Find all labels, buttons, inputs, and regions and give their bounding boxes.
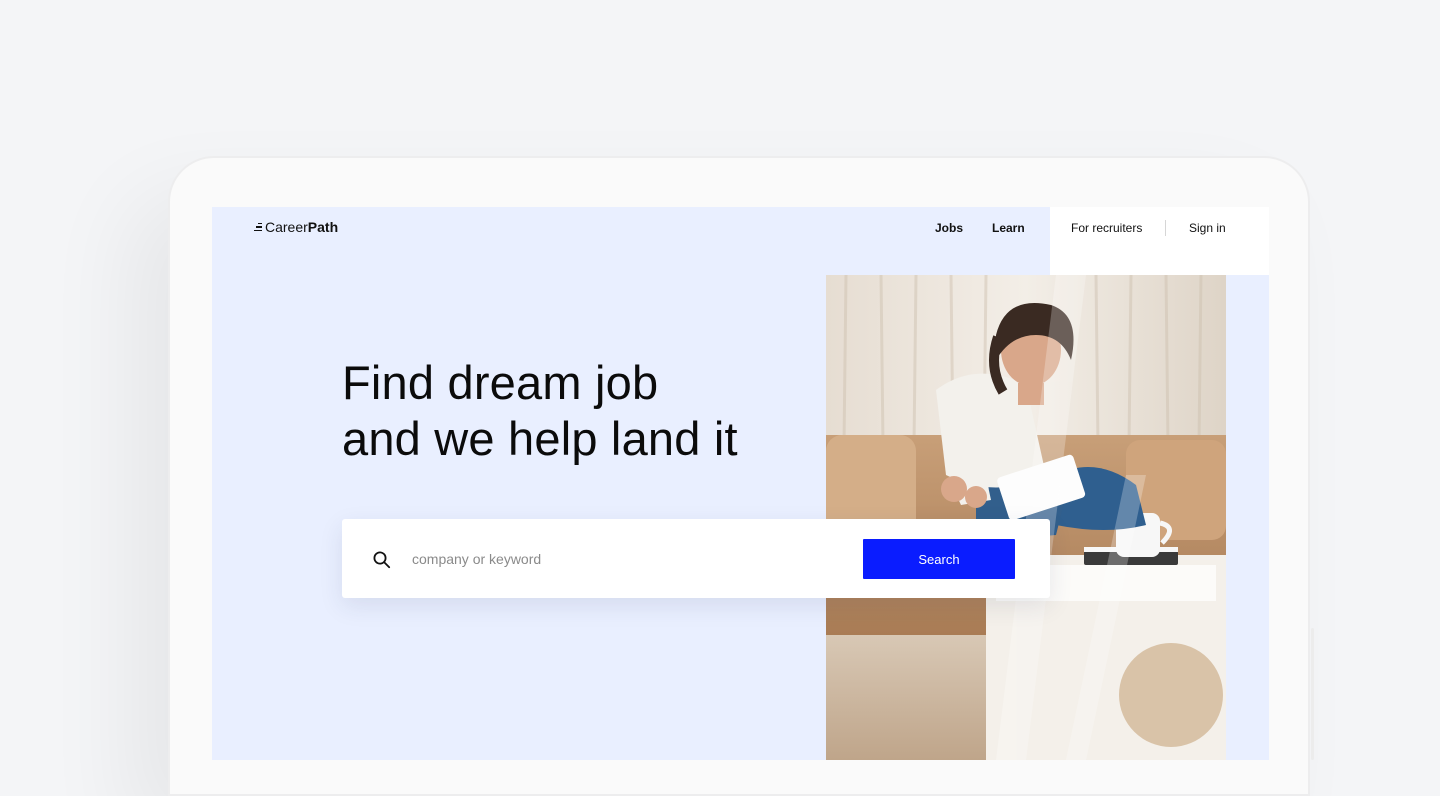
hero-photo-illustration — [826, 275, 1226, 760]
hero-title-line-1: Find dream job — [342, 356, 659, 409]
logo-text: CareerPath — [265, 219, 339, 235]
nav-jobs[interactable]: Jobs — [935, 221, 963, 235]
hero-title: Find dream job and we help land it — [342, 355, 738, 467]
nav-right-panel — [1050, 207, 1269, 275]
nav-for-recruiters[interactable]: For recruiters — [1071, 221, 1142, 235]
search-button[interactable]: Search — [863, 539, 1015, 579]
hero-title-line-2: and we help land it — [342, 412, 738, 465]
nav-divider — [1165, 220, 1166, 236]
logo-icon — [254, 222, 262, 232]
logo[interactable]: CareerPath — [254, 219, 338, 235]
device-edge — [1311, 628, 1314, 760]
search-input[interactable] — [412, 541, 842, 577]
website-screen: CareerPath Jobs Learn For recruiters Sig… — [212, 207, 1269, 760]
search-icon — [373, 551, 391, 569]
search-bar: Search — [342, 519, 1050, 598]
hero-photo — [826, 275, 1226, 760]
nav-learn[interactable]: Learn — [992, 221, 1025, 235]
nav-sign-in[interactable]: Sign in — [1189, 221, 1226, 235]
